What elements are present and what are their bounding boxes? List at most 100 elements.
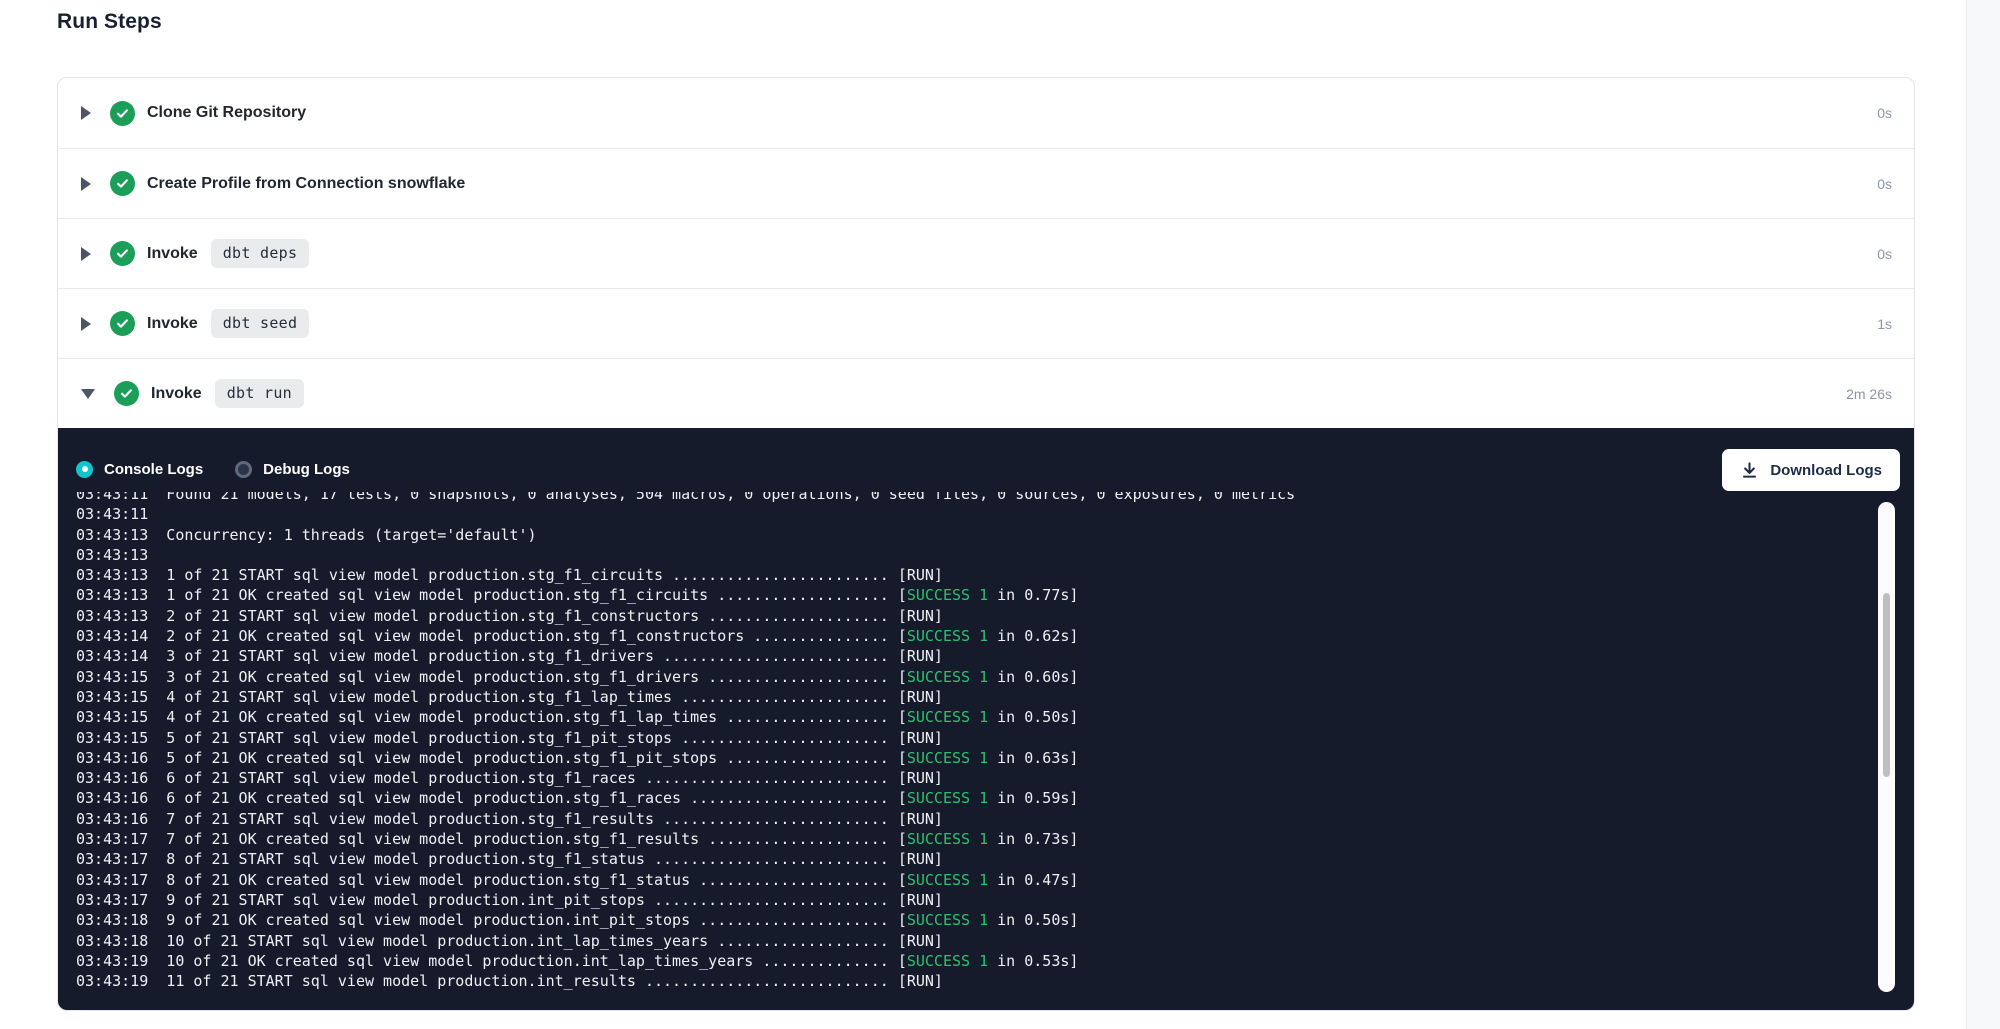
chevron-right-icon[interactable]: [81, 317, 91, 331]
step-title: Create Profile from Connection snowflake: [147, 175, 465, 193]
download-logs-button[interactable]: Download Logs: [1722, 449, 1900, 491]
log-timestamp: 03:43:15: [76, 688, 148, 706]
log-line: 03:43:11: [76, 504, 1869, 524]
log-timestamp: 03:43:15: [76, 729, 148, 747]
log-content: 03:43:11 Found 21 models, 17 tests, 0 sn…: [58, 492, 1869, 991]
log-timestamp: 03:43:13: [76, 607, 148, 625]
log-message: 7 of 21 OK created sql view model produc…: [148, 830, 898, 848]
log-status-run: [RUN]: [898, 891, 943, 909]
log-status-run: [RUN]: [898, 769, 943, 787]
step-title: Clone Git Repository: [147, 104, 306, 122]
chevron-right-icon[interactable]: [81, 247, 91, 261]
step-command-badge: dbt seed: [211, 309, 310, 338]
log-line: 03:43:16 5 of 21 OK created sql view mod…: [76, 748, 1869, 768]
log-message: [148, 505, 166, 523]
step-command-badge: dbt run: [215, 379, 304, 408]
log-timestamp: 03:43:19: [76, 952, 148, 970]
log-status-run: [RUN]: [898, 729, 943, 747]
run-step-row-dbt-run[interactable]: Invoke dbt run 2m 26s: [58, 358, 1914, 428]
log-timestamp: 03:43:11: [76, 505, 148, 523]
log-message: 8 of 21 START sql view model production.…: [148, 850, 898, 868]
log-timestamp: 03:43:17: [76, 850, 148, 868]
log-line: 03:43:17 8 of 21 OK created sql view mod…: [76, 870, 1869, 890]
log-line: 03:43:15 5 of 21 START sql view model pr…: [76, 728, 1869, 748]
log-timestamp: 03:43:17: [76, 830, 148, 848]
log-status-run: [RUN]: [898, 688, 943, 706]
run-steps-card: Clone Git Repository 0s Create Profile f…: [57, 77, 1915, 1011]
log-message: 3 of 21 OK created sql view model produc…: [148, 668, 898, 686]
success-check-icon: [110, 171, 135, 196]
log-timestamp: 03:43:16: [76, 789, 148, 807]
log-message: 3 of 21 START sql view model production.…: [148, 647, 898, 665]
log-message: 5 of 21 START sql view model production.…: [148, 729, 898, 747]
radio-unselected-icon[interactable]: [235, 461, 252, 478]
run-step-row-clone-git[interactable]: Clone Git Repository 0s: [58, 78, 1914, 148]
log-status-success: SUCCESS 1: [907, 708, 988, 726]
log-line: 03:43:14 2 of 21 OK created sql view mod…: [76, 626, 1869, 646]
run-step-row-dbt-seed[interactable]: Invoke dbt seed 1s: [58, 288, 1914, 358]
step-duration: 1s: [1877, 316, 1892, 332]
console-logs-panel: Console Logs Debug Logs Download Logs 03…: [58, 428, 1914, 1010]
log-message: 9 of 21 START sql view model production.…: [148, 891, 898, 909]
log-timestamp: 03:43:15: [76, 708, 148, 726]
step-duration: 0s: [1877, 105, 1892, 121]
log-timestamp: 03:43:18: [76, 911, 148, 929]
run-step-row-dbt-deps[interactable]: Invoke dbt deps 0s: [58, 218, 1914, 288]
log-timestamp: 03:43:13: [76, 546, 148, 564]
log-status-run: [RUN]: [898, 932, 943, 950]
log-line: 03:43:11 Found 21 models, 17 tests, 0 sn…: [76, 492, 1869, 504]
chevron-down-icon[interactable]: [81, 389, 95, 399]
log-message: 1 of 21 START sql view model production.…: [148, 566, 898, 584]
log-line: 03:43:18 9 of 21 OK created sql view mod…: [76, 910, 1869, 930]
log-line: 03:43:14 3 of 21 START sql view model pr…: [76, 646, 1869, 666]
chevron-right-icon[interactable]: [81, 177, 91, 191]
success-check-icon: [110, 241, 135, 266]
log-status-success: SUCCESS 1: [907, 668, 988, 686]
step-duration: 0s: [1877, 176, 1892, 192]
log-scrollbar-track[interactable]: [1878, 502, 1895, 992]
log-message: 8 of 21 OK created sql view model produc…: [148, 871, 898, 889]
log-message: [148, 546, 166, 564]
log-timestamp: 03:43:17: [76, 891, 148, 909]
log-timestamp: 03:43:14: [76, 647, 148, 665]
log-status-success: SUCCESS 1: [907, 749, 988, 767]
success-check-icon: [110, 101, 135, 126]
log-message: 9 of 21 OK created sql view model produc…: [148, 911, 898, 929]
log-line: 03:43:15 4 of 21 START sql view model pr…: [76, 687, 1869, 707]
run-step-row-create-profile[interactable]: Create Profile from Connection snowflake…: [58, 148, 1914, 218]
log-timestamp: 03:43:13: [76, 526, 148, 544]
page-title: Run Steps: [57, 10, 162, 34]
log-status-success: SUCCESS 1: [907, 789, 988, 807]
radio-selected-icon[interactable]: [76, 461, 93, 478]
console-logs-radio[interactable]: Console Logs: [76, 461, 203, 478]
log-status-run: [RUN]: [898, 566, 943, 584]
console-log-output: 03:43:11 Found 21 models, 17 tests, 0 sn…: [58, 492, 1869, 998]
log-status-run: [RUN]: [898, 850, 943, 868]
log-message: 5 of 21 OK created sql view model produc…: [148, 749, 898, 767]
debug-logs-radio[interactable]: Debug Logs: [235, 461, 350, 478]
log-message: 10 of 21 START sql view model production…: [148, 932, 898, 950]
log-message: 4 of 21 START sql view model production.…: [148, 688, 898, 706]
log-timestamp: 03:43:15: [76, 668, 148, 686]
log-line: 03:43:16 6 of 21 START sql view model pr…: [76, 768, 1869, 788]
radio-label[interactable]: Debug Logs: [263, 461, 350, 478]
radio-label[interactable]: Console Logs: [104, 461, 203, 478]
log-line: 03:43:13 1 of 21 OK created sql view mod…: [76, 585, 1869, 605]
log-line: 03:43:19 11 of 21 START sql view model p…: [76, 971, 1869, 991]
log-status-success: SUCCESS 1: [907, 952, 988, 970]
log-status-run: [RUN]: [898, 972, 943, 990]
log-status-run: [RUN]: [898, 647, 943, 665]
log-message: Found 21 models, 17 tests, 0 snapshots, …: [148, 492, 1295, 503]
log-message: 6 of 21 START sql view model production.…: [148, 769, 898, 787]
chevron-right-icon[interactable]: [81, 106, 91, 120]
log-line: 03:43:13 2 of 21 START sql view model pr…: [76, 606, 1869, 626]
log-status-success: SUCCESS 1: [907, 627, 988, 645]
console-header: Console Logs Debug Logs: [58, 428, 1914, 492]
download-icon: [1740, 461, 1759, 480]
log-line: 03:43:16 6 of 21 OK created sql view mod…: [76, 788, 1869, 808]
log-scrollbar-thumb[interactable]: [1883, 593, 1890, 777]
log-line: 03:43:16 7 of 21 START sql view model pr…: [76, 809, 1869, 829]
log-status-success: SUCCESS 1: [907, 586, 988, 604]
step-title: Invoke: [151, 385, 202, 403]
log-line: 03:43:17 8 of 21 START sql view model pr…: [76, 849, 1869, 869]
